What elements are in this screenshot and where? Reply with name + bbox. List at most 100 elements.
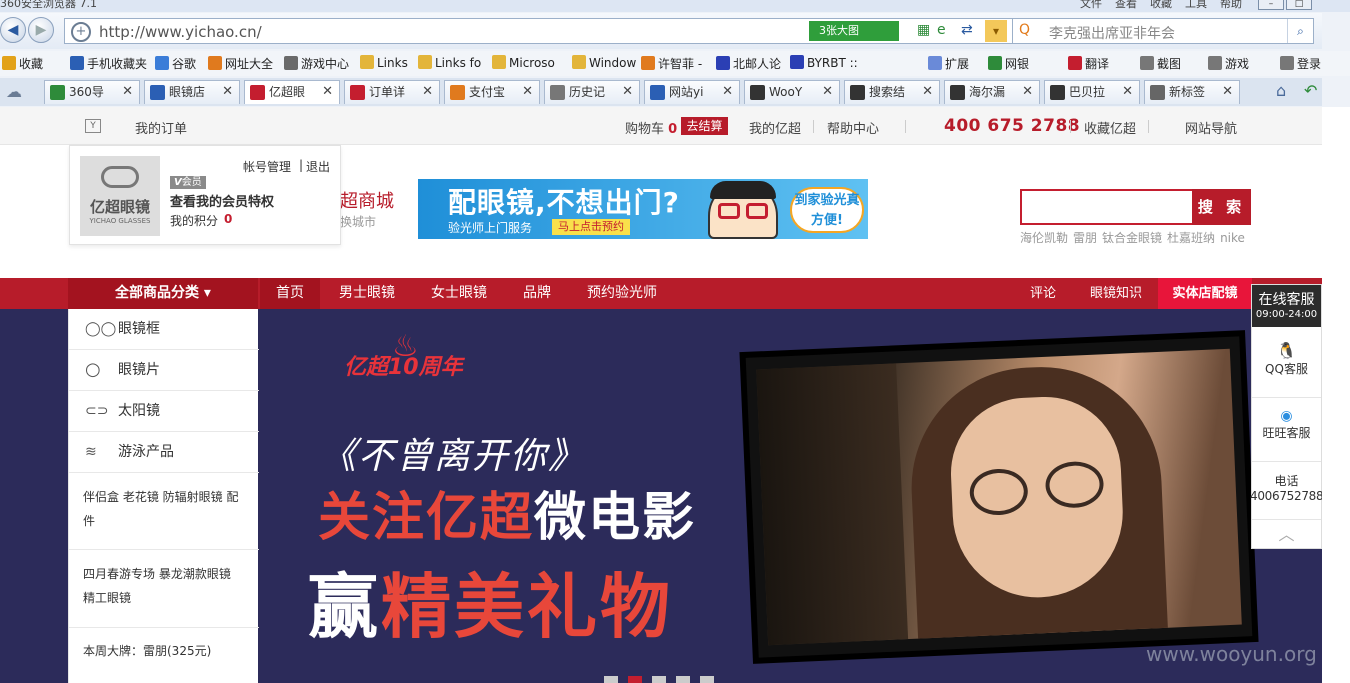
close-icon[interactable]: ✕ [122,81,133,103]
favorite-site-link[interactable]: 收藏亿超 [1084,118,1136,137]
back-to-top-button[interactable]: ︿ [1252,521,1321,549]
favorite-9[interactable]: 许智菲 - [641,55,702,72]
favorite-12[interactable]: 扩展 [928,55,969,72]
site-nav-link[interactable]: 网站导航 [1185,118,1237,137]
browser-tab[interactable]: 订单详 ✕ [344,80,440,104]
hot-keyword[interactable]: 杜嘉班纳 [1167,231,1215,245]
category-swim[interactable]: ≋ 游泳产品 [69,432,259,473]
undo-icon[interactable]: ↶ [1304,81,1317,100]
favorite-5[interactable]: Links [360,55,408,70]
nav-optometrist[interactable]: 预约验光师 [587,278,657,309]
browser-tab[interactable]: 历史记 ✕ [544,80,640,104]
cloud-icon[interactable]: ☁ [6,82,22,101]
refresh-icon[interactable]: ⇄ [961,22,973,38]
favorite-2[interactable]: 谷歌 [155,55,196,72]
hot-keyword[interactable]: 海伦凯勒 [1020,231,1068,245]
site-search-button[interactable]: 搜 索 [1192,189,1251,225]
nav-knowledge[interactable]: 眼镜知识 [1090,278,1142,309]
browser-tab[interactable]: 亿超眼 ✕ [244,80,340,104]
close-icon[interactable]: ✕ [822,81,833,103]
account-manage-link[interactable]: 帐号管理 [243,158,291,175]
browser-tab[interactable]: 支付宝 ✕ [444,80,540,104]
browser-search-input[interactable]: 李克强出席亚非年会 [1049,23,1175,43]
big-image-button[interactable]: 3张大图 [809,21,899,41]
favorite-4[interactable]: 游戏中心 [284,55,349,72]
all-categories-button[interactable]: 全部商品分类 ▾ [68,278,258,309]
favorite-14[interactable]: 翻译 [1068,55,1109,72]
checkout-button[interactable]: 去结算 [681,117,728,135]
menu-favorites[interactable]: 收藏 [1150,0,1172,11]
close-icon[interactable]: ✕ [622,81,633,103]
wangwang-service-button[interactable]: ◉ 旺旺客服 [1252,398,1321,462]
cart-link[interactable]: 购物车 0 [625,118,677,137]
favorite-15[interactable]: 截图 [1140,55,1181,72]
hot-keyword[interactable]: nike [1220,231,1245,245]
menu-view[interactable]: 查看 [1115,0,1137,11]
site-search-input[interactable] [1020,189,1192,225]
promo-book-button[interactable]: 马上点击预约 [552,219,630,235]
close-icon[interactable]: ✕ [322,81,333,103]
slide-dot[interactable] [604,676,618,683]
favorite-17[interactable]: 登录 [1280,55,1321,72]
home-icon[interactable]: ⌂ [1276,81,1286,100]
close-icon[interactable]: ✕ [222,81,233,103]
close-icon[interactable]: ✕ [722,81,733,103]
category-sunglasses[interactable]: ⊂⊃ 太阳镜 [69,391,259,432]
nav-reviews[interactable]: 评论 [1030,278,1056,309]
slide-dot[interactable] [676,676,690,683]
nav-brand[interactable]: 品牌 [523,278,551,309]
favorite-16[interactable]: 游戏 [1208,55,1249,72]
qq-service-button[interactable]: 🐧 QQ客服 [1252,327,1321,398]
address-bar[interactable]: + http://www.yichao.cn/ 3张大图 ▦ e ⇄ ▾ [64,18,1068,44]
favorite-7[interactable]: Microso [492,55,555,70]
close-icon[interactable]: ✕ [1022,81,1033,103]
favorite-6[interactable]: Links fo [418,55,481,70]
close-icon[interactable]: ✕ [422,81,433,103]
browser-tab[interactable]: 眼镜店 ✕ [144,80,240,104]
my-orders-link[interactable]: 我的订单 [135,118,187,137]
my-yichao-link[interactable]: 我的亿超 [749,118,801,137]
hot-keyword[interactable]: 雷朋 [1073,231,1097,245]
favorite-8[interactable]: Window [572,55,636,70]
browser-tab[interactable]: 海尔漏 ✕ [944,80,1040,104]
logout-link[interactable]: 退出 [306,158,330,175]
menu-tools[interactable]: 工具 [1185,0,1207,11]
browser-tab[interactable]: 360导 ✕ [44,80,140,104]
promo-banner[interactable]: 配眼镜,不想出门? 验光师上门服务 马上点击预约 到家验光真方便! [418,179,868,239]
browser-tab[interactable]: 新标签 ✕ [1144,80,1240,104]
favorite-10[interactable]: 北邮人论 [716,55,781,72]
browser-search[interactable]: Q 李克强出席亚非年会 ⌕ [1012,18,1314,44]
slide-dot[interactable] [652,676,666,683]
member-privileges-link[interactable]: 查看我的会员特权 [170,191,274,210]
nav-women[interactable]: 女士眼镜 [431,278,487,309]
weekly-brand[interactable]: 本周大牌：雷朋(325元) [69,639,259,675]
browser-tab[interactable]: 网站yi ✕ [644,80,740,104]
close-icon[interactable]: ✕ [1122,81,1133,103]
browser-tab[interactable]: WooY ✕ [744,80,840,104]
browser-tab[interactable]: 搜索结 ✕ [844,80,940,104]
category-lenses[interactable]: ○ 眼镜片 [69,350,259,391]
favorite-11[interactable]: BYRBT :: [790,55,858,70]
favorite-13[interactable]: 网银 [988,55,1029,72]
category-links-row2[interactable]: 四月春游专场 暴龙潮款眼镜 精工眼镜 [69,550,259,628]
browser-tab[interactable]: 巴贝拉 ✕ [1044,80,1140,104]
favorite-1[interactable]: 手机收藏夹 [70,55,147,72]
qr-icon[interactable]: ▦ [917,22,930,38]
switch-city-link[interactable]: 换城市 [340,213,376,230]
hot-keyword[interactable]: 钛合金眼镜 [1102,231,1162,245]
minimize-button[interactable]: – [1258,0,1284,10]
compat-icon[interactable]: e [937,22,946,38]
category-frames[interactable]: ◯◯ 眼镜框 [69,309,259,350]
close-icon[interactable]: ✕ [922,81,933,103]
help-center-link[interactable]: 帮助中心 [827,118,879,137]
favorite-0[interactable]: 收藏 [2,55,43,72]
menu-help[interactable]: 帮助 [1220,0,1242,11]
forward-button[interactable]: ▶ [28,17,54,43]
maximize-button[interactable]: □ [1286,0,1312,10]
slide-dot[interactable] [628,676,642,683]
close-icon[interactable]: ✕ [522,81,533,103]
slide-dot[interactable] [700,676,714,683]
nav-home[interactable]: 首页 [260,278,320,309]
dropdown-icon[interactable]: ▾ [985,20,1007,42]
back-button[interactable]: ◀ [0,17,26,43]
